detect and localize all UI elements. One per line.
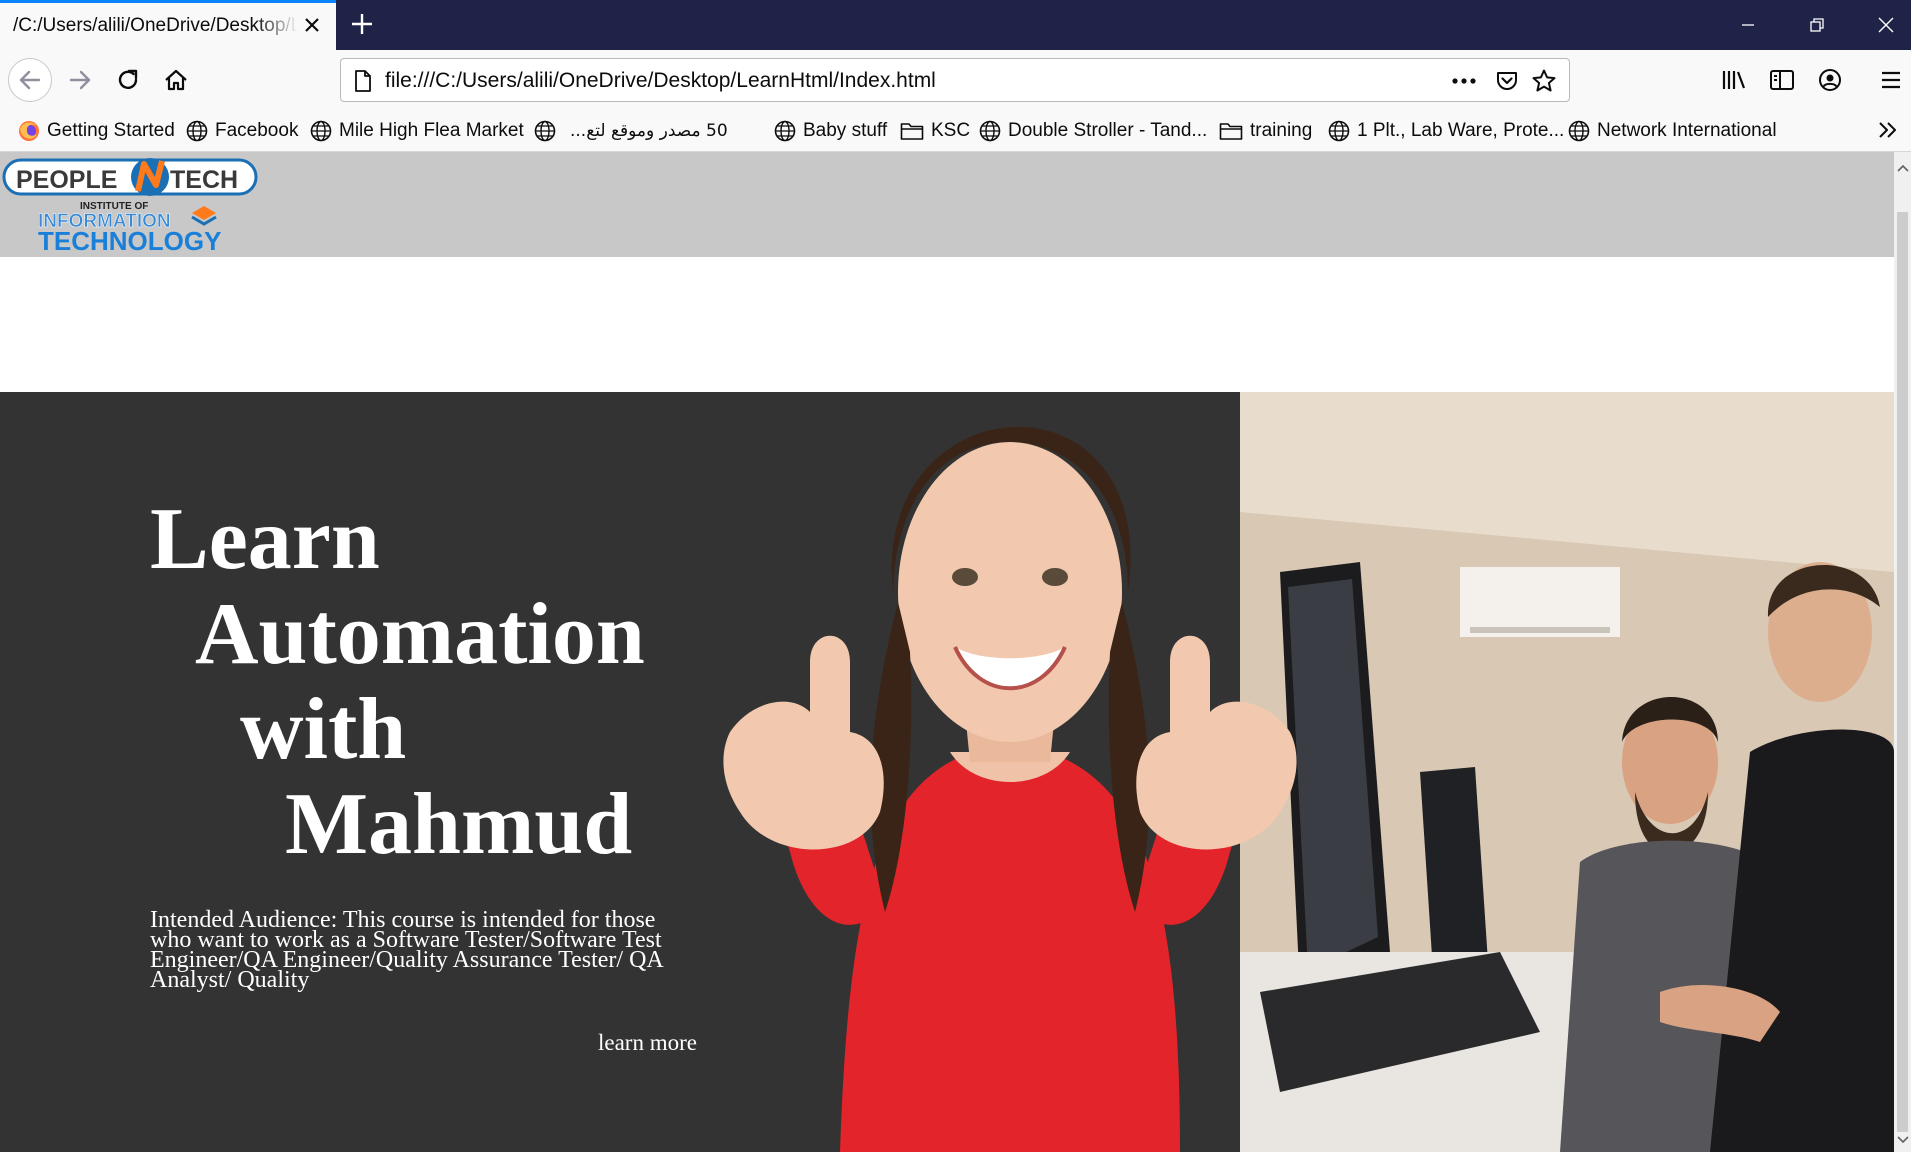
intended-audience-text: Intended Audience: This course is intend… — [150, 907, 663, 993]
scrollbar-thumb[interactable] — [1897, 212, 1908, 1132]
page-viewport: PEOPLE TECH INSTITUTE OF INFORMATION TEC… — [0, 152, 1894, 1152]
close-window-icon[interactable] — [1855, 0, 1911, 50]
reload-icon[interactable] — [106, 58, 150, 102]
globe-icon — [774, 120, 796, 142]
bookmark-label: Getting Started — [47, 120, 175, 141]
bookmark-label: Facebook — [215, 120, 299, 141]
forward-arrow-icon[interactable] — [58, 58, 102, 102]
learn-more-link[interactable]: learn more — [598, 1030, 697, 1056]
home-icon[interactable] — [154, 58, 198, 102]
restore-window-icon[interactable] — [1786, 0, 1848, 50]
svg-text:TECH: TECH — [170, 166, 238, 194]
page-document-icon — [353, 69, 373, 98]
sidebar-icon[interactable] — [1762, 60, 1802, 100]
back-arrow-icon[interactable] — [8, 58, 52, 102]
bookmark-label: 50 مصدر وموقع لتع... — [570, 121, 728, 141]
globe-icon — [186, 120, 208, 142]
navigation-toolbar: file:///C:/Users/alili/OneDrive/Desktop/… — [0, 50, 1911, 110]
bookmarks-toolbar: Getting Started Facebook Mile High Flea … — [0, 110, 1911, 152]
browser-titlebar: /C:/Users/alili/OneDrive/Desktop/LearnHt… — [0, 0, 1911, 50]
svg-text:TECHNOLOGY: TECHNOLOGY — [38, 226, 221, 253]
more-bookmarks-chevron-icon[interactable] — [1877, 119, 1899, 146]
bookmark-label: KSC — [931, 120, 971, 141]
browser-tab-active[interactable]: /C:/Users/alili/OneDrive/Desktop/LearnHt… — [0, 0, 336, 50]
bookmark-label: Mile High Flea Market — [339, 120, 524, 141]
url-text[interactable]: file:///C:/Users/alili/OneDrive/Desktop/… — [385, 69, 936, 93]
bookmark-arabic-resources[interactable]: 50 مصدر وموقع لتع... — [534, 118, 728, 144]
minimize-window-icon[interactable] — [1717, 0, 1779, 50]
globe-icon — [979, 120, 1001, 142]
office-team-photo — [1240, 392, 1894, 1152]
folder-icon — [900, 123, 924, 140]
bookmark-star-icon[interactable] — [1531, 68, 1557, 94]
tab-close-icon[interactable] — [300, 13, 324, 37]
headline-line-3: with — [240, 681, 407, 778]
globe-icon — [1568, 120, 1590, 142]
bookmark-network-international[interactable]: Network International — [1568, 118, 1777, 144]
tab-title: /C:/Users/alili/OneDrive/Desktop/LearnHt… — [13, 15, 298, 36]
page-actions-ellipsis-icon[interactable] — [1451, 68, 1477, 94]
pocket-icon[interactable] — [1494, 68, 1520, 94]
hero-headline: Learn Automation with Mahmud — [150, 492, 645, 872]
scroll-up-arrow-icon[interactable] — [1894, 160, 1911, 176]
people-n-tech-logo[interactable]: PEOPLE TECH INSTITUTE OF INFORMATION TEC… — [2, 155, 260, 256]
headline-line-4: Mahmud — [285, 776, 633, 873]
headline-line-1: Learn — [150, 491, 380, 588]
address-bar[interactable]: file:///C:/Users/alili/OneDrive/Desktop/… — [340, 58, 1570, 102]
bookmark-double-stroller[interactable]: Double Stroller - Tand... — [979, 118, 1207, 144]
scroll-down-arrow-icon[interactable] — [1894, 1132, 1911, 1148]
girl-thumbs-up-image — [710, 292, 1310, 1152]
headline-line-2: Automation — [195, 586, 645, 683]
new-tab-plus-icon[interactable] — [348, 10, 376, 38]
globe-icon — [534, 120, 556, 142]
bookmark-label: Baby stuff — [803, 120, 888, 141]
bookmark-label: 1 Plt., Lab Ware, Prote... — [1357, 120, 1565, 141]
site-header: PEOPLE TECH INSTITUTE OF INFORMATION TEC… — [0, 152, 1894, 257]
globe-icon — [310, 120, 332, 142]
bookmark-facebook[interactable]: Facebook — [186, 118, 298, 144]
bookmark-label: Network International — [1597, 120, 1777, 141]
account-icon[interactable] — [1810, 60, 1850, 100]
bookmark-getting-started[interactable]: Getting Started — [18, 118, 175, 144]
library-icon[interactable] — [1714, 60, 1754, 100]
vertical-scrollbar[interactable] — [1894, 152, 1911, 1152]
bookmark-lab-ware[interactable]: 1 Plt., Lab Ware, Prote... — [1328, 118, 1564, 144]
folder-icon — [1219, 123, 1243, 140]
bookmark-baby-stuff[interactable]: Baby stuff — [774, 118, 887, 144]
bookmark-folder-ksc[interactable]: KSC — [900, 118, 970, 144]
bookmark-mile-high-flea-market[interactable]: Mile High Flea Market — [310, 118, 524, 144]
bookmark-label: training — [1250, 120, 1313, 141]
menu-hamburger-icon[interactable] — [1871, 60, 1911, 100]
bookmark-label: Double Stroller - Tand... — [1008, 120, 1208, 141]
svg-text:PEOPLE: PEOPLE — [16, 166, 117, 194]
firefox-icon — [19, 121, 39, 141]
bookmark-folder-training[interactable]: training — [1219, 118, 1312, 144]
globe-icon — [1328, 120, 1350, 142]
